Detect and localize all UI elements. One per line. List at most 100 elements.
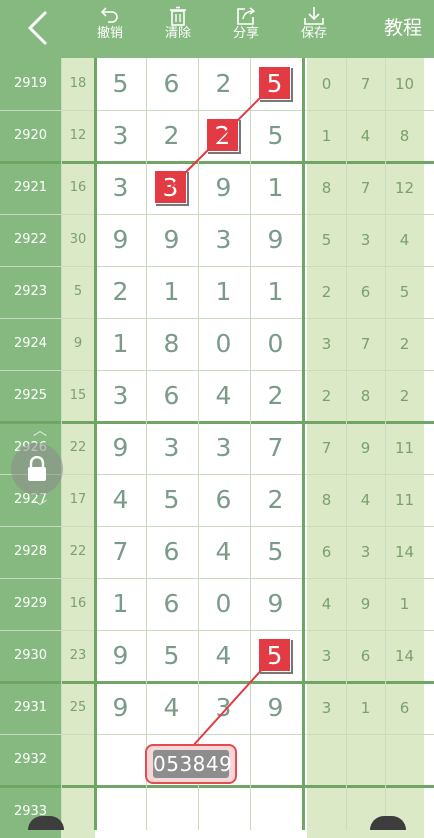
save-button[interactable]: 保存 bbox=[289, 4, 339, 52]
share-button[interactable]: 分享 bbox=[221, 4, 271, 52]
sum-value: 5 bbox=[61, 266, 95, 318]
digit-cell[interactable]: 1 bbox=[95, 578, 146, 630]
digit-cell[interactable]: 6 bbox=[198, 474, 249, 526]
digit-cell[interactable]: 1 bbox=[198, 266, 249, 318]
digit-cell[interactable]: 2 bbox=[198, 110, 249, 162]
stat-cell bbox=[385, 734, 424, 786]
stat-cell: 1 bbox=[346, 682, 385, 734]
digit-cell[interactable]: 7 bbox=[95, 526, 146, 578]
digit-cell[interactable]: 5 bbox=[146, 474, 197, 526]
digit-cell[interactable]: 9 bbox=[95, 422, 146, 474]
digit-cell[interactable]: 5 bbox=[250, 58, 301, 110]
digit-cell[interactable]: 1 bbox=[250, 162, 301, 214]
digit-cell[interactable]: 9 bbox=[95, 682, 146, 734]
digit-cell[interactable]: 5 bbox=[250, 630, 301, 682]
digit-cell[interactable]: 4 bbox=[198, 370, 249, 422]
digit-cell[interactable]: 4 bbox=[146, 682, 197, 734]
grid-column-line bbox=[302, 58, 305, 830]
digit-cell[interactable]: 5 bbox=[250, 110, 301, 162]
digit-cell[interactable]: 2 bbox=[250, 474, 301, 526]
digit-cell[interactable]: 9 bbox=[146, 214, 197, 266]
digit-cell[interactable]: 3 bbox=[198, 214, 249, 266]
digit-cell[interactable]: 3 bbox=[95, 162, 146, 214]
digit-cell[interactable]: 3 bbox=[198, 422, 249, 474]
digit-cell[interactable]: 3 bbox=[146, 422, 197, 474]
sum-value: 9 bbox=[61, 318, 95, 370]
digit-cell[interactable]: 4 bbox=[198, 526, 249, 578]
digit-cell[interactable]: 9 bbox=[198, 162, 249, 214]
stat-cell: 11 bbox=[385, 474, 424, 526]
digit-cell[interactable] bbox=[146, 786, 197, 838]
stat-cell: 3 bbox=[307, 318, 346, 370]
grid-line bbox=[0, 266, 434, 267]
clear-button[interactable]: 清除 bbox=[153, 4, 203, 52]
stat-cell bbox=[307, 786, 346, 838]
highlight-marker[interactable]: 2 bbox=[206, 118, 239, 152]
digit-cell[interactable]: 9 bbox=[95, 214, 146, 266]
sum-value: 30 bbox=[61, 214, 95, 266]
grid-line bbox=[0, 630, 434, 631]
stat-cell: 8 bbox=[307, 474, 346, 526]
digit-cell[interactable]: 1 bbox=[95, 318, 146, 370]
stat-cell: 6 bbox=[346, 630, 385, 682]
highlight-marker[interactable]: 5 bbox=[258, 66, 291, 100]
digit-cell[interactable]: 9 bbox=[95, 630, 146, 682]
undo-button[interactable]: 撤销 bbox=[85, 4, 135, 52]
digit-cell[interactable]: 9 bbox=[250, 214, 301, 266]
digit-cell[interactable]: 3 bbox=[198, 682, 249, 734]
digit-cell[interactable]: 6 bbox=[146, 526, 197, 578]
digit-cell[interactable]: 2 bbox=[198, 58, 249, 110]
digit-cell[interactable] bbox=[198, 786, 249, 838]
digit-cell[interactable]: 6 bbox=[146, 58, 197, 110]
digit-cell[interactable]: 4 bbox=[95, 474, 146, 526]
digit-cell[interactable]: 5 bbox=[146, 630, 197, 682]
issue-number: 2931 bbox=[0, 682, 61, 734]
digit-cell[interactable]: 2 bbox=[250, 370, 301, 422]
digit-cell[interactable] bbox=[95, 734, 146, 786]
lock-button[interactable] bbox=[11, 443, 63, 495]
grid-line bbox=[0, 318, 434, 319]
digit-cell[interactable]: 2 bbox=[146, 110, 197, 162]
corner-shadow-left bbox=[28, 816, 64, 830]
digit-cell[interactable]: 6 bbox=[146, 370, 197, 422]
digit-cell[interactable]: 3 bbox=[95, 370, 146, 422]
highlight-marker[interactable]: 3 bbox=[154, 170, 187, 204]
digit-cell[interactable]: 3 bbox=[146, 162, 197, 214]
back-button[interactable] bbox=[20, 8, 60, 48]
digit-cell[interactable]: 2 bbox=[95, 266, 146, 318]
undo-icon bbox=[100, 7, 118, 23]
stat-cell: 2 bbox=[385, 370, 424, 422]
digit-cell[interactable]: 0 bbox=[250, 318, 301, 370]
number-input-box[interactable]: 053849 bbox=[145, 744, 237, 784]
table-row: 2931 25 9 4 3 9 3 1 6 bbox=[0, 682, 434, 734]
digit-cell[interactable]: 0 bbox=[198, 578, 249, 630]
sum-value: 15 bbox=[61, 370, 95, 422]
stat-cell bbox=[307, 734, 346, 786]
digit-cell[interactable]: 1 bbox=[250, 266, 301, 318]
grid-column-line bbox=[346, 58, 347, 830]
stat-cell bbox=[346, 786, 385, 838]
digit-cell[interactable] bbox=[95, 786, 146, 838]
digit-cell[interactable]: 3 bbox=[95, 110, 146, 162]
digit-cell[interactable]: 1 bbox=[146, 266, 197, 318]
digit-cell[interactable]: 5 bbox=[95, 58, 146, 110]
issue-number: 2932 bbox=[0, 734, 61, 786]
highlight-marker[interactable]: 5 bbox=[258, 638, 291, 672]
digit-cell[interactable]: 8 bbox=[146, 318, 197, 370]
grid-line bbox=[0, 110, 434, 111]
digit-cell[interactable]: 9 bbox=[250, 578, 301, 630]
digit-cell[interactable]: 4 bbox=[198, 630, 249, 682]
digit-cell[interactable]: 6 bbox=[146, 578, 197, 630]
digit-cell[interactable]: 0 bbox=[198, 318, 249, 370]
issue-number: 2924 bbox=[0, 318, 61, 370]
tutorial-button[interactable]: 教程 bbox=[384, 13, 422, 40]
digit-cell[interactable]: 7 bbox=[250, 422, 301, 474]
stat-cell bbox=[346, 734, 385, 786]
stat-cell: 11 bbox=[385, 422, 424, 474]
stat-cell: 5 bbox=[385, 266, 424, 318]
digit-cell[interactable] bbox=[250, 734, 301, 786]
table-row: 2924 9 1 8 0 0 3 7 2 bbox=[0, 318, 434, 370]
digit-cell[interactable] bbox=[250, 786, 301, 838]
digit-cell[interactable]: 5 bbox=[250, 526, 301, 578]
digit-cell[interactable]: 9 bbox=[250, 682, 301, 734]
